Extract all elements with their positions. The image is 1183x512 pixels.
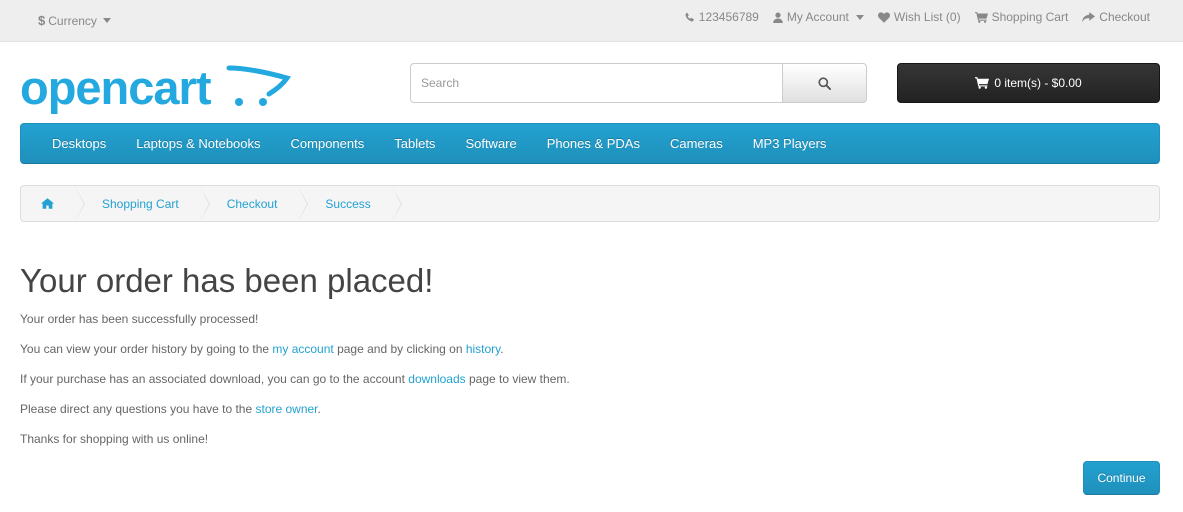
- text-segment: page and by clicking on: [333, 342, 466, 356]
- home-icon: [41, 198, 54, 209]
- store-owner-link[interactable]: store owner: [255, 402, 317, 416]
- search-icon: [818, 76, 831, 90]
- text-segment: If your purchase has an associated downl…: [20, 372, 409, 386]
- top-bar: $ Currency 123456789 My Account Wish Lis…: [0, 0, 1183, 42]
- cart-summary-label: 0 item(s) - $0.00: [994, 76, 1082, 90]
- breadcrumb-checkout[interactable]: Checkout: [199, 186, 309, 221]
- breadcrumb: Shopping Cart Checkout Success: [20, 185, 1160, 222]
- my-account-dropdown[interactable]: My Account: [773, 10, 864, 24]
- text-segment: You can view your order history by going…: [20, 342, 273, 356]
- shopping-cart-label: Shopping Cart: [991, 10, 1069, 24]
- wishlist-link[interactable]: Wish List (0): [877, 10, 961, 24]
- wishlist-label: Wish List (0): [893, 10, 961, 24]
- my-account-label: My Account: [786, 10, 849, 24]
- checkout-label: Checkout: [1099, 10, 1150, 24]
- questions-paragraph: Please direct any questions you have to …: [20, 401, 321, 417]
- caret-down-icon: [102, 18, 111, 23]
- text-segment: .: [500, 342, 504, 356]
- search-button[interactable]: [782, 63, 867, 103]
- store-logo[interactable]: opencart: [20, 60, 292, 116]
- currency-label: Currency: [48, 13, 97, 28]
- menu-item-cameras[interactable]: Cameras: [655, 123, 738, 164]
- caret-down-icon: [855, 14, 864, 20]
- phone-link[interactable]: 123456789: [684, 10, 759, 24]
- order-history-paragraph: You can view your order history by going…: [20, 341, 504, 357]
- menu-item-tablets[interactable]: Tablets: [379, 123, 450, 164]
- menu-item-phones-pdas[interactable]: Phones & PDAs: [532, 123, 655, 164]
- search-bar: [410, 63, 867, 103]
- menu-item-components[interactable]: Components: [276, 123, 380, 164]
- menu-item-software[interactable]: Software: [450, 123, 531, 164]
- cart-summary-button[interactable]: 0 item(s) - $0.00: [897, 63, 1160, 103]
- breadcrumb-success[interactable]: Success: [297, 186, 403, 221]
- checkout-link[interactable]: Checkout: [1082, 10, 1150, 24]
- shopping-cart-link[interactable]: Shopping Cart: [974, 10, 1069, 24]
- currency-dropdown[interactable]: $ Currency: [38, 13, 111, 28]
- logo-cart-icon: [226, 65, 292, 106]
- dollar-icon: $: [38, 13, 46, 28]
- success-message: Your order has been successfully process…: [20, 312, 259, 326]
- continue-button[interactable]: Continue: [1083, 461, 1160, 495]
- text-segment: .: [317, 402, 321, 416]
- downloads-link[interactable]: downloads: [408, 372, 465, 386]
- my-account-link[interactable]: my account: [272, 342, 333, 356]
- text-segment: Please direct any questions you have to …: [20, 402, 256, 416]
- user-icon: [773, 11, 783, 23]
- main-menu: Desktops Laptops & Notebooks Components …: [20, 123, 1160, 164]
- page-title: Your order has been placed!: [20, 262, 434, 299]
- phone-number: 123456789: [698, 10, 759, 24]
- heart-icon: [877, 11, 890, 23]
- downloads-paragraph: If your purchase has an associated downl…: [20, 371, 570, 387]
- history-link[interactable]: history: [466, 342, 500, 356]
- phone-icon: [685, 12, 694, 22]
- cart-icon: [975, 77, 990, 89]
- thanks-message: Thanks for shopping with us online!: [20, 432, 209, 446]
- logo-text: opencart: [20, 61, 211, 114]
- text-segment: page to view them.: [465, 372, 570, 386]
- search-input[interactable]: [410, 63, 782, 103]
- cart-icon: [974, 11, 988, 23]
- menu-item-mp3-players[interactable]: MP3 Players: [738, 123, 842, 164]
- breadcrumb-shopping-cart[interactable]: Shopping Cart: [74, 186, 210, 221]
- breadcrumb-home[interactable]: [21, 186, 85, 221]
- top-links: 123456789 My Account Wish List (0) Shopp…: [684, 10, 1150, 24]
- menu-item-desktops[interactable]: Desktops: [37, 123, 121, 164]
- menu-item-laptops-notebooks[interactable]: Laptops & Notebooks: [121, 123, 275, 164]
- share-icon: [1082, 11, 1096, 22]
